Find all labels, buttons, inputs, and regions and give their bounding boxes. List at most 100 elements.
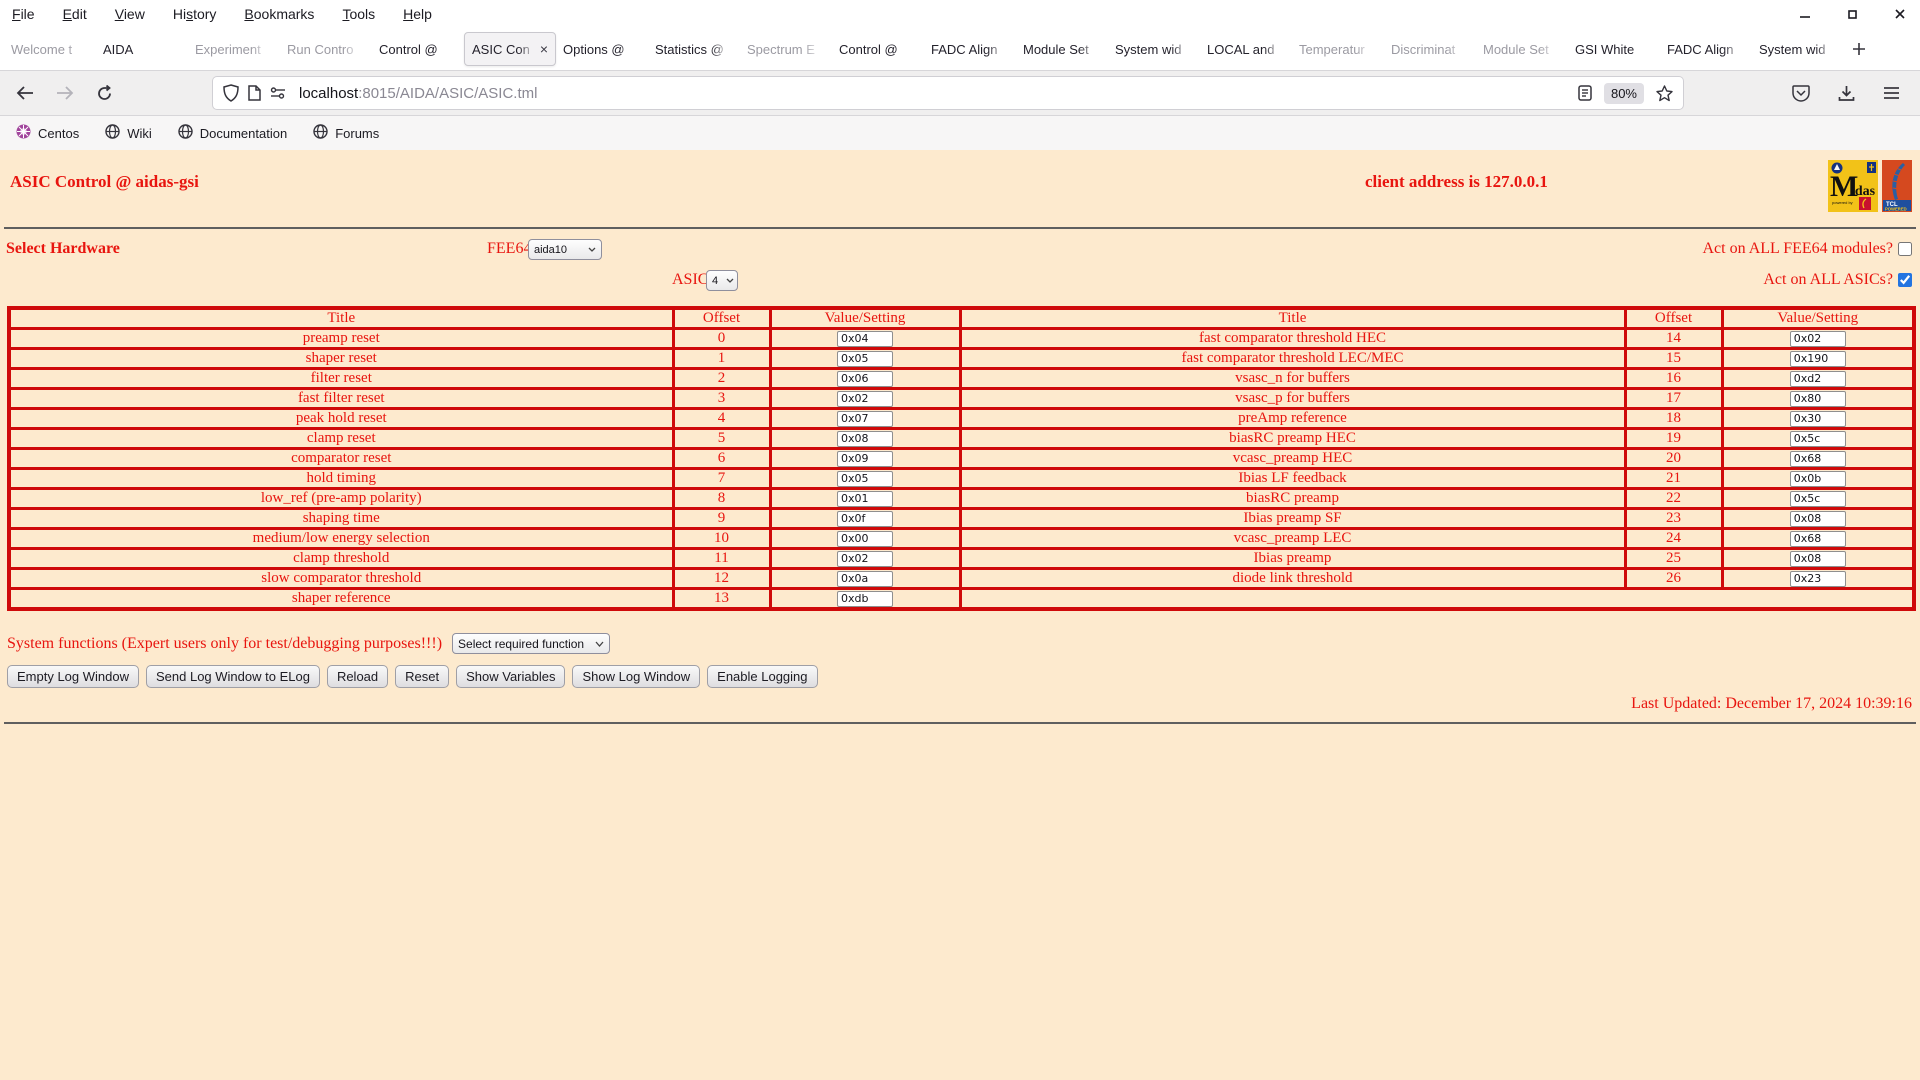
downloads-icon[interactable] [1838, 85, 1855, 102]
menu-help[interactable]: Help [403, 6, 432, 22]
empty-log-window-button[interactable]: Empty Log Window [7, 665, 139, 688]
tab-spectrum-e[interactable]: Spectrum E [740, 32, 832, 66]
tab-close-icon[interactable]: × [540, 42, 548, 56]
close-button[interactable] [1894, 8, 1906, 20]
value-input-offset-26[interactable] [1789, 571, 1846, 586]
menu-file[interactable]: File [12, 6, 35, 22]
tab-statistics[interactable]: Statistics @ [648, 32, 740, 66]
value-input-offset-10[interactable] [837, 531, 893, 546]
act-all-fee64-checkbox[interactable] [1898, 242, 1912, 256]
menu-bookmarks[interactable]: Bookmarks [244, 6, 314, 22]
value-input-offset-3[interactable] [837, 391, 893, 406]
tab-control[interactable]: Control @ [832, 32, 924, 66]
page-content: ASIC Control @ aidas-gsi client address … [0, 150, 1920, 1080]
menu-view[interactable]: View [115, 6, 145, 22]
value-input-offset-13[interactable] [837, 591, 893, 607]
asic-select[interactable]: 4 [706, 270, 738, 291]
menu-history[interactable]: History [173, 6, 217, 22]
permissions-icon[interactable] [270, 87, 286, 99]
tab-welcome-t[interactable]: Welcome t [4, 32, 96, 66]
tab-module-set[interactable]: Module Set [1476, 32, 1568, 66]
value-input-offset-6[interactable] [837, 451, 893, 466]
url-text[interactable]: localhost:8015/AIDA/ASIC/ASIC.tml [299, 85, 537, 102]
value-input-offset-4[interactable] [837, 411, 893, 426]
tab-local-and[interactable]: LOCAL and [1200, 32, 1292, 66]
param-offset: 26 [1623, 567, 1724, 590]
value-input-offset-1[interactable] [837, 351, 893, 366]
show-variables-button[interactable]: Show Variables [456, 665, 566, 688]
enable-logging-button[interactable]: Enable Logging [707, 665, 818, 688]
zoom-level-badge[interactable]: 80% [1603, 82, 1644, 104]
show-log-window-button[interactable]: Show Log Window [572, 665, 701, 688]
tab-temperatur[interactable]: Temperatur [1292, 32, 1384, 66]
tab-discriminat[interactable]: Discriminat [1384, 32, 1476, 66]
value-input-offset-24[interactable] [1789, 531, 1846, 546]
bookmark-forums[interactable]: Forums [313, 124, 379, 142]
forward-button[interactable] [56, 85, 74, 101]
bookmark-documentation[interactable]: Documentation [178, 124, 287, 142]
bookmark-wiki[interactable]: Wiki [105, 124, 152, 142]
reload-button[interactable] [96, 84, 113, 102]
value-input-offset-19[interactable] [1789, 431, 1846, 446]
fee64-select[interactable]: aida10 [528, 239, 602, 260]
param-title: vsasc_n for buffers [958, 367, 1627, 390]
value-input-offset-8[interactable] [837, 491, 893, 506]
value-input-offset-23[interactable] [1789, 511, 1846, 526]
menu-edit[interactable]: Edit [63, 6, 87, 22]
value-input-offset-5[interactable] [837, 431, 893, 446]
column-header-value-setting: Value/Setting [1720, 306, 1916, 330]
maximize-button[interactable] [1847, 9, 1858, 20]
url-bar[interactable]: localhost:8015/AIDA/ASIC/ASIC.tml 80% [213, 77, 1683, 109]
tab-label: LOCAL and [1207, 41, 1275, 57]
menu-tools[interactable]: Tools [342, 6, 375, 22]
tab-system-wid[interactable]: System wid [1108, 32, 1200, 66]
bookmark-star-icon[interactable] [1656, 84, 1673, 102]
tab-fadc-align[interactable]: FADC Align [1660, 32, 1752, 66]
value-input-offset-14[interactable] [1789, 331, 1846, 346]
bookmark-label: Centos [38, 125, 80, 141]
new-tab-button[interactable] [1844, 34, 1874, 64]
value-input-offset-15[interactable] [1789, 351, 1846, 366]
act-all-asics-checkbox[interactable] [1898, 273, 1912, 287]
value-input-offset-0[interactable] [837, 331, 893, 346]
minimize-button[interactable] [1799, 8, 1811, 20]
value-input-offset-11[interactable] [837, 551, 893, 566]
system-functions-select[interactable]: Select required function [452, 633, 611, 654]
param-offset: 23 [1623, 507, 1724, 530]
value-input-offset-16[interactable] [1789, 371, 1846, 386]
tab-control[interactable]: Control @ [372, 32, 464, 66]
client-address: client address is 127.0.0.1 [1365, 172, 1548, 191]
tab-options[interactable]: Options @ [556, 32, 648, 66]
tab-experiment[interactable]: Experiment [188, 32, 280, 66]
param-offset: 5 [671, 427, 772, 450]
hamburger-menu-icon[interactable] [1883, 86, 1900, 100]
reset-button[interactable]: Reset [395, 665, 450, 688]
tab-run-contro[interactable]: Run Contro [280, 32, 372, 66]
value-input-offset-25[interactable] [1789, 551, 1846, 566]
bookmark-centos[interactable]: Centos [16, 124, 79, 142]
page-info-icon[interactable] [248, 85, 261, 101]
value-input-offset-17[interactable] [1789, 391, 1846, 406]
value-input-offset-20[interactable] [1789, 451, 1846, 466]
value-input-offset-2[interactable] [837, 371, 893, 386]
value-input-offset-22[interactable] [1789, 491, 1846, 506]
value-input-offset-7[interactable] [837, 471, 893, 486]
midas-logo[interactable]: Midas powered by [1828, 160, 1878, 217]
tab-system-wid[interactable]: System wid [1752, 32, 1844, 66]
pocket-icon[interactable] [1792, 84, 1810, 102]
tab-aida[interactable]: AIDA [96, 32, 188, 66]
reload-button[interactable]: Reload [326, 665, 389, 688]
tab-asic-con[interactable]: ASIC Con × [464, 32, 556, 66]
send-log-window-to-elog-button[interactable]: Send Log Window to ELog [146, 665, 320, 688]
back-button[interactable] [16, 85, 34, 101]
value-input-offset-12[interactable] [837, 571, 893, 586]
value-input-offset-9[interactable] [837, 511, 893, 526]
value-input-offset-18[interactable] [1789, 411, 1846, 426]
tab-fadc-align[interactable]: FADC Align [924, 32, 1016, 66]
tab-module-set[interactable]: Module Set [1016, 32, 1108, 66]
value-input-offset-21[interactable] [1789, 471, 1846, 486]
tcl-powered-logo[interactable]: TCL POWERED [1882, 160, 1912, 217]
tab-gsi-white[interactable]: GSI White [1568, 32, 1660, 66]
shield-icon[interactable] [223, 84, 239, 102]
reader-mode-icon[interactable] [1578, 85, 1592, 101]
